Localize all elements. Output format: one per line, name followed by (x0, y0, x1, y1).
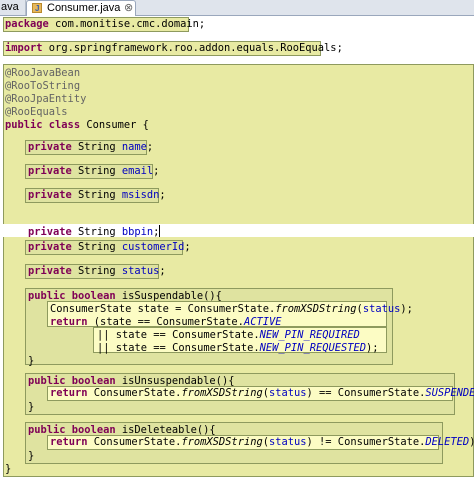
method-issuspendable-line3: || state == ConsumerState.NEW_PIN_REQUIR… (97, 329, 360, 341)
tab-consumer-java[interactable]: Consumer.java ⊗ (26, 0, 136, 16)
method-issuspendable-line4: || state == ConsumerState.NEW_PIN_REQUES… (97, 342, 379, 354)
editor-tab-bar: ava Consumer.java ⊗ (0, 0, 474, 16)
java-file-icon (32, 1, 42, 16)
field-email: private String email; (28, 165, 160, 177)
code-editor[interactable]: package com.monitise.cmc.domain; import … (0, 16, 474, 481)
close-icon[interactable]: ⊗ (124, 1, 133, 16)
tab-label: Consumer.java (47, 2, 121, 14)
tab-label: ava (1, 1, 19, 13)
field-bbpin: private String bbpin; (28, 225, 161, 238)
import-line: import org.springframework.roo.addon.equ… (5, 42, 343, 54)
tab-previous-file[interactable]: ava (0, 0, 26, 15)
method-issuspendable-signature: public boolean isSuspendable(){ (28, 290, 222, 302)
field-customerid: private String customerId; (28, 241, 191, 253)
annotation-roojpaentity: @RooJpaEntity (5, 93, 87, 105)
text-cursor (159, 225, 161, 237)
annotation-rooequals: @RooEquals (5, 106, 68, 118)
method-isdeleteable-return: return ConsumerState.fromXSDString(statu… (50, 436, 474, 448)
package-line: package com.monitise.cmc.domain; (5, 18, 206, 30)
field-status: private String status; (28, 265, 166, 277)
method-issuspendable-line2: return (state == ConsumerState.ACTIVE (50, 316, 282, 328)
annotation-roojavabean: @RooJavaBean (5, 67, 81, 79)
field-msisdn: private String msisdn; (28, 189, 166, 201)
field-name: private String name; (28, 141, 154, 153)
method-isunsuspendable-return: return ConsumerState.fromXSDString(statu… (50, 387, 474, 399)
method-isunsuspendable-close: } (28, 401, 35, 413)
class-close-brace: } (5, 463, 12, 475)
annotation-rootostring: @RooToString (5, 80, 81, 92)
method-issuspendable-close: } (28, 355, 35, 367)
class-declaration: public class Consumer { (5, 119, 149, 131)
method-isdeleteable-close: } (28, 450, 35, 462)
method-issuspendable-line1: ConsumerState state = ConsumerState.from… (50, 303, 413, 315)
